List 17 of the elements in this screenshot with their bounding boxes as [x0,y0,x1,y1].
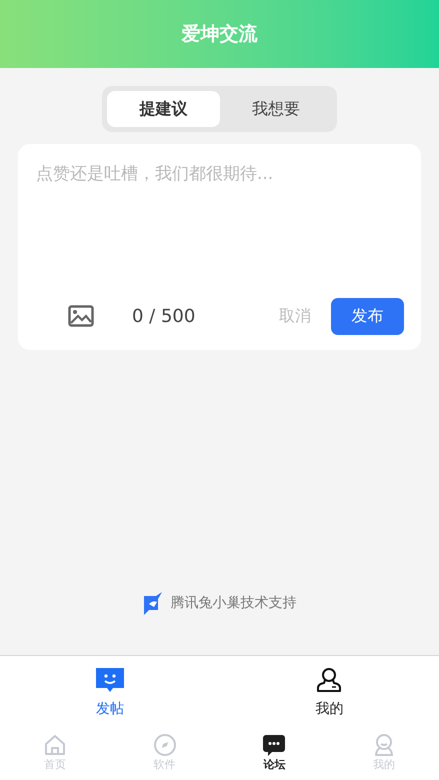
segment-tab[interactable]: 提建议 [107,91,220,127]
feedback-input[interactable]: 点赞还是吐槽，我们都很期待... [18,144,421,290]
compass-icon [152,733,177,757]
forum-tab[interactable]: 我的 [220,656,439,730]
smiley-message-icon [94,666,125,692]
home-icon [42,733,67,757]
segment-tab[interactable]: 我想要 [220,91,332,127]
character-counter: 0 / 500 [132,304,196,328]
forum-tab[interactable]: 发帖 [0,656,220,730]
chat-icon [262,733,286,757]
image-icon[interactable] [68,305,94,327]
credit-text: 腾讯兔小巢技术支持 [170,594,296,612]
nav-tab[interactable]: 论坛 [220,730,330,780]
user-icon [316,666,342,692]
rabbit-logo-icon [142,591,162,615]
publish-button[interactable]: 发布 [331,298,404,334]
app-title: 爱坤交流 [182,22,258,47]
